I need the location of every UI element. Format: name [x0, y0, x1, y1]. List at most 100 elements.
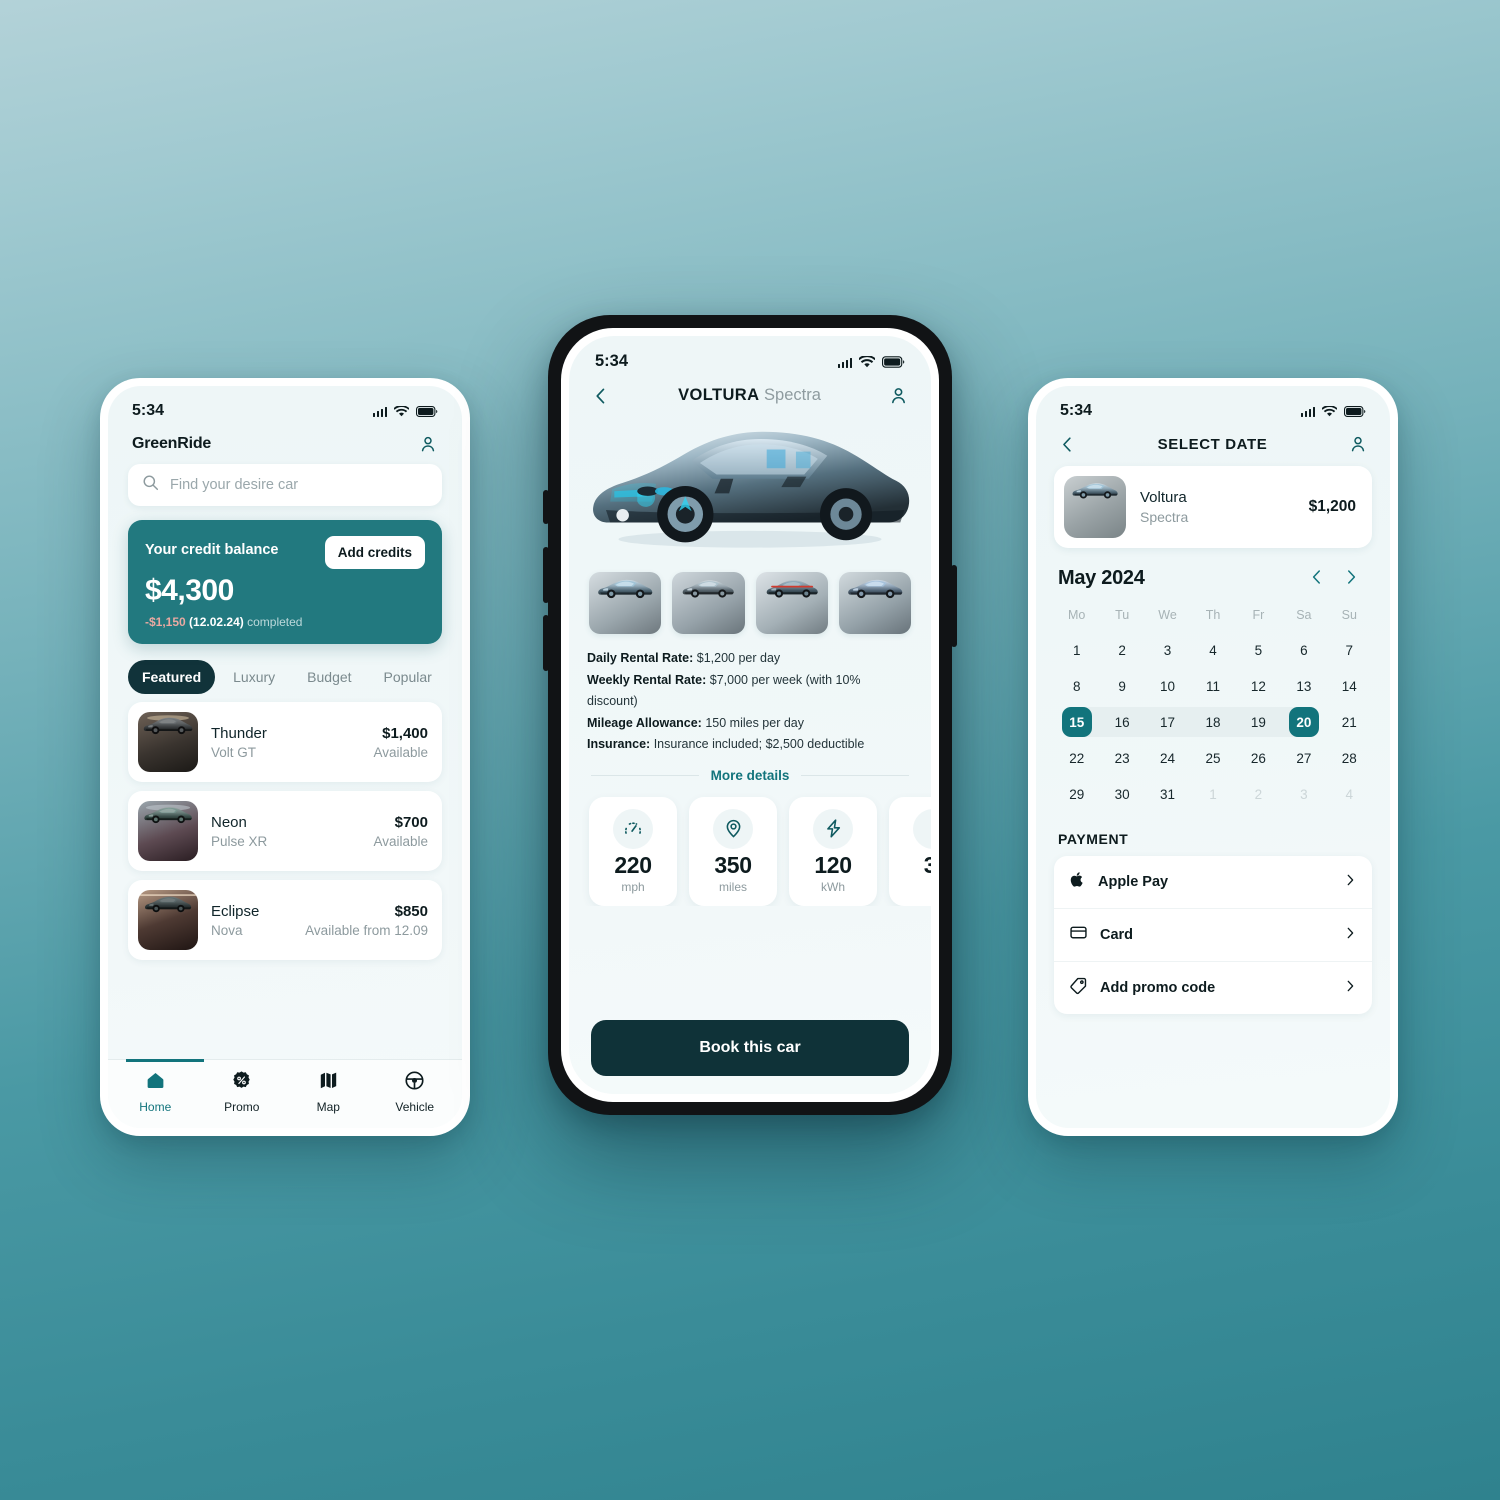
- more-details-row: More details: [569, 756, 931, 783]
- calendar-day[interactable]: 17: [1143, 705, 1192, 739]
- wifi-icon: [859, 355, 875, 368]
- silence-switch[interactable]: [543, 490, 549, 524]
- payment-method-promo-code[interactable]: Add promo code: [1054, 962, 1372, 1014]
- search-field[interactable]: [170, 477, 428, 493]
- calendar-day[interactable]: 27: [1281, 741, 1326, 775]
- calendar-day[interactable]: 6: [1281, 633, 1326, 667]
- volume-up-button[interactable]: [543, 547, 549, 603]
- nav-item-map[interactable]: Map: [285, 1070, 372, 1114]
- stat-value: 3,: [923, 851, 931, 878]
- volume-down-button[interactable]: [543, 615, 549, 671]
- gallery-thumb-1[interactable]: [589, 572, 662, 634]
- weekday-label: Th: [1205, 608, 1221, 622]
- power-button[interactable]: [951, 565, 957, 647]
- calendar-day[interactable]: 7: [1327, 633, 1372, 667]
- car-thumbnail: [138, 890, 198, 950]
- nav-item-promo[interactable]: Promo: [199, 1070, 286, 1114]
- stat-value: 220: [614, 851, 652, 878]
- back-button[interactable]: [591, 386, 611, 406]
- payment-method-card[interactable]: Card: [1054, 909, 1372, 962]
- stat-card-clipped: 3,: [889, 796, 931, 906]
- list-item[interactable]: Thunder $1,400 Volt GT Available: [128, 702, 442, 782]
- calendar-day[interactable]: 3: [1145, 633, 1190, 667]
- calendar-day[interactable]: 19: [1234, 705, 1283, 739]
- car-name: Neon: [211, 813, 247, 831]
- search-input[interactable]: [128, 464, 442, 506]
- list-item[interactable]: Neon $700 Pulse XR Available: [128, 791, 442, 871]
- calendar-day[interactable]: 21: [1327, 705, 1372, 739]
- calendar-day[interactable]: 23: [1099, 741, 1144, 775]
- calendar-day[interactable]: 13: [1281, 669, 1326, 703]
- home-icon: [145, 1070, 166, 1094]
- calendar-day[interactable]: 8: [1054, 669, 1099, 703]
- calendar-day[interactable]: 2: [1099, 633, 1144, 667]
- calendar-day[interactable]: 11: [1190, 669, 1235, 703]
- selected-car-card[interactable]: Voltura Spectra $1,200: [1054, 466, 1372, 548]
- calendar-next-month-button[interactable]: [1334, 566, 1368, 591]
- calendar-day[interactable]: 18: [1189, 705, 1238, 739]
- profile-icon[interactable]: [418, 434, 438, 454]
- stat-value: 350: [714, 851, 752, 878]
- calendar-day[interactable]: 31: [1145, 777, 1190, 811]
- calendar-day[interactable]: 24: [1145, 741, 1190, 775]
- calendar-day[interactable]: 25: [1190, 741, 1235, 775]
- tab-popular[interactable]: Popular: [370, 660, 446, 694]
- car-name: Voltura: [1140, 489, 1187, 506]
- calendar-day[interactable]: 5: [1236, 633, 1281, 667]
- calendar-prev-month-button[interactable]: [1300, 566, 1334, 591]
- weekday-label: Sa: [1296, 608, 1312, 622]
- tab-featured[interactable]: Featured: [128, 660, 216, 694]
- gallery-thumb-4[interactable]: [838, 572, 911, 634]
- calendar-day-next-month: 3: [1300, 786, 1308, 802]
- calendar-month-label: May 2024: [1058, 567, 1145, 589]
- calendar-day[interactable]: 26: [1236, 741, 1281, 775]
- calendar-day[interactable]: 16: [1098, 705, 1147, 739]
- more-details-button[interactable]: More details: [711, 768, 790, 783]
- select-date-screen-content: 5:34 SELECT DATE Voltura Spectra $1,200 …: [1036, 386, 1390, 1128]
- tab-budget[interactable]: Budget: [293, 660, 365, 694]
- calendar-day-range-end[interactable]: 20: [1280, 705, 1326, 739]
- add-credits-button[interactable]: Add credits: [324, 536, 425, 569]
- cellular-icon: [837, 357, 852, 368]
- book-action-area: Book this car: [569, 1006, 931, 1094]
- calendar-day[interactable]: 12: [1236, 669, 1281, 703]
- home-screen-content: 5:34 GreenRide Find your desire car Your…: [108, 386, 462, 1128]
- nav-item-vehicle[interactable]: Vehicle: [372, 1070, 459, 1114]
- back-button[interactable]: [1058, 435, 1077, 454]
- tag-icon: [1069, 976, 1088, 1000]
- calendar-day[interactable]: 30: [1099, 777, 1144, 811]
- car-thumbnail: [1064, 476, 1126, 538]
- profile-icon[interactable]: [888, 385, 909, 406]
- promo-tag-icon: [231, 1070, 252, 1094]
- list-item[interactable]: Eclipse $850 Nova Available from 12.09: [128, 880, 442, 960]
- calendar-day[interactable]: 29: [1054, 777, 1099, 811]
- stat-card-battery: 120 kWh: [789, 796, 877, 906]
- battery-icon: [1344, 405, 1366, 417]
- chevron-right-icon: [1343, 873, 1357, 892]
- search-icon: [142, 474, 159, 496]
- profile-icon[interactable]: [1348, 434, 1368, 454]
- nav-item-home[interactable]: Home: [112, 1070, 199, 1114]
- spec-value: $1,200 per day: [696, 651, 781, 665]
- calendar-day[interactable]: 9: [1099, 669, 1144, 703]
- gallery-thumb-2[interactable]: [672, 572, 745, 634]
- calendar-day[interactable]: 14: [1327, 669, 1372, 703]
- calendar-day[interactable]: 4: [1190, 633, 1235, 667]
- car-model: Nova: [211, 922, 243, 938]
- battery-icon: [882, 355, 905, 368]
- calendar-day[interactable]: 1: [1054, 633, 1099, 667]
- car-name: Thunder: [211, 724, 267, 742]
- calendar-day[interactable]: 10: [1145, 669, 1190, 703]
- weekday-label: Fr: [1252, 608, 1265, 622]
- book-this-car-button[interactable]: Book this car: [591, 1020, 909, 1076]
- calendar-day-range-start[interactable]: 15: [1054, 705, 1101, 739]
- phone-select-date-screen: 5:34 SELECT DATE Voltura Spectra $1,200 …: [1028, 378, 1398, 1136]
- gallery-thumb-3[interactable]: [755, 572, 828, 634]
- calendar-day[interactable]: 28: [1327, 741, 1372, 775]
- nav-label: Vehicle: [395, 1100, 435, 1114]
- tab-luxury[interactable]: Luxury: [219, 660, 289, 694]
- page-title: SELECT DATE: [1157, 435, 1268, 453]
- payment-method-apple-pay[interactable]: Apple Pay: [1054, 856, 1372, 909]
- calendar-day[interactable]: 22: [1054, 741, 1099, 775]
- home-app-bar: GreenRide: [108, 424, 462, 460]
